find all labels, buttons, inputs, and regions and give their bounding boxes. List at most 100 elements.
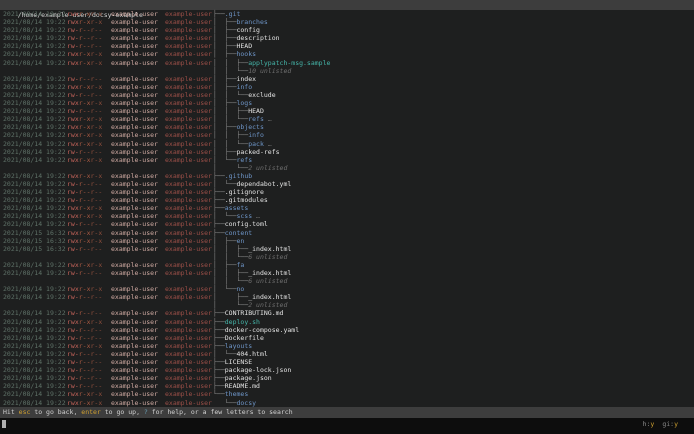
tree-row[interactable]: │ │ └──10 unlisted (0, 67, 694, 75)
perm-other-bits: r-- (90, 26, 103, 35)
perm-group-bits: r-- (78, 349, 91, 358)
entry-name: Dockerfile (224, 333, 264, 342)
tree-row[interactable]: 2021/08/14 19:22 rwxr-xr-x example-user exa… (0, 83, 694, 91)
tree-row[interactable]: │ │ └──6 unlisted (0, 277, 694, 285)
search-input-area[interactable]: h:y gi:y (0, 418, 694, 434)
tree-row[interactable]: 2021/08/14 19:22 rwxr-xr-x example-user exa… (0, 172, 694, 180)
tree-entry: │ │ ├──HEAD (213, 107, 264, 115)
tree-row[interactable]: 2021/08/14 19:22 rwxr-xr-x example-user exa… (0, 399, 694, 407)
tree-entry: │ │ └──10 unlisted (213, 67, 291, 75)
file-permissions: rwxr-xr-x (67, 318, 102, 326)
tree-row[interactable]: 2021/08/14 19:22 rwxr-xr-x example-user exa… (0, 390, 694, 398)
tree-branch-lines: ├── (213, 358, 225, 367)
entry-name: _index.html (248, 244, 292, 253)
file-date: 2021/08/14 19:22 (3, 26, 66, 35)
file-owner: example-user (111, 236, 158, 245)
tree-row[interactable]: 2021/08/14 19:22 rwxr-xr-x example-user exa… (0, 10, 694, 18)
tree-row[interactable]: 2021/08/14 19:22 rwxr-xr-x example-user exa… (0, 123, 694, 131)
file-group: example-user (165, 382, 212, 391)
file-permissions: rwxr-xr-x (67, 285, 102, 293)
current-path-bar: /home/example-user/docsy-example (0, 0, 694, 19)
tree-row[interactable]: │ └──2 unlisted (0, 301, 694, 309)
perm-other-bits: r-- (90, 349, 103, 358)
tree-row[interactable]: 2021/08/14 19:22 rwxr-xr-x example-user exa… (0, 59, 694, 67)
tree-row[interactable]: 2021/08/14 19:22 rw-r--r-- example-user exa… (0, 75, 694, 83)
tree-row[interactable]: 2021/08/14 19:22 rw-r--r-- example-user exa… (0, 366, 694, 374)
tree-row[interactable]: 2021/08/14 19:22 rwxr-xr-x example-user exa… (0, 115, 694, 123)
tree-row[interactable]: │ └──2 unlisted (0, 164, 694, 172)
tree-row[interactable]: 2021/08/14 19:22 rw-r--r-- example-user exa… (0, 196, 694, 204)
tree-row[interactable]: 2021/08/15 16:32 rwxr-xr-x example-user exa… (0, 229, 694, 237)
tree-row[interactable]: 2021/08/14 19:22 rw-r--r-- example-user exa… (0, 350, 694, 358)
file-owner: example-user (111, 374, 158, 383)
perm-group-bits: r-- (78, 325, 91, 334)
tree-row[interactable]: 2021/08/14 19:22 rwxr-xr-x example-user exa… (0, 204, 694, 212)
perm-user-bits: rwx (67, 82, 79, 91)
tree-row[interactable]: 2021/08/14 19:22 rwxr-xr-x example-user exa… (0, 212, 694, 220)
status-segment: esc (18, 408, 31, 416)
file-owner: example-user (111, 358, 158, 367)
entry-name: fa (236, 260, 245, 269)
perm-user-bits: rw- (67, 382, 79, 391)
tree-row[interactable]: 2021/08/14 19:22 rwxr-xr-x example-user exa… (0, 342, 694, 350)
tree-row[interactable]: 2021/08/14 19:22 rw-r--r-- example-user exa… (0, 269, 694, 277)
tree-row[interactable]: 2021/08/15 16:32 rw-r--r-- example-user exa… (0, 245, 694, 253)
tree-entry: │ ├──logs (213, 99, 252, 107)
entry-name: content (224, 228, 253, 237)
file-group: example-user (165, 34, 212, 43)
tree-row[interactable]: 2021/08/14 19:22 rwxr-xr-x example-user exa… (0, 140, 694, 148)
file-owner: example-user (111, 74, 158, 83)
tree-row[interactable]: 2021/08/14 19:22 rw-r--r-- example-user exa… (0, 148, 694, 156)
status-segment: Hit (3, 408, 19, 416)
file-permissions: rwxr-xr-x (67, 140, 102, 148)
tree-row[interactable]: 2021/08/14 19:22 rw-r--r-- example-user exa… (0, 334, 694, 342)
tree-row[interactable]: 2021/08/14 19:22 rw-r--r-- example-user exa… (0, 326, 694, 334)
tree-branch-lines: │ │ └── (213, 277, 249, 286)
tree-row[interactable]: 2021/08/14 19:22 rw-r--r-- example-user exa… (0, 293, 694, 301)
entry-name: .git (224, 10, 241, 18)
flag-value: y (650, 420, 655, 428)
tree-row[interactable]: 2021/08/14 19:22 rw-r--r-- example-user exa… (0, 107, 694, 115)
tree-row[interactable]: 2021/08/14 19:22 rwxr-xr-x example-user exa… (0, 18, 694, 26)
tree-row[interactable]: 2021/08/14 19:22 rwxr-xr-x example-user exa… (0, 131, 694, 139)
file-group: example-user (165, 26, 212, 35)
file-date: 2021/08/14 19:22 (3, 188, 66, 197)
tree-row[interactable]: 2021/08/14 19:22 rw-r--r-- example-user exa… (0, 358, 694, 366)
entry-name: layouts (224, 341, 253, 350)
tree-row[interactable]: 2021/08/14 19:22 rwxr-xr-x example-user exa… (0, 99, 694, 107)
file-permissions: rwxr-xr-x (67, 342, 102, 350)
perm-group-bits: r-x (78, 10, 91, 18)
perm-user-bits: rw- (67, 358, 79, 367)
tree-branch-lines: ├── (213, 325, 225, 334)
tree-row[interactable]: 2021/08/14 19:22 rw-r--r-- example-user exa… (0, 26, 694, 34)
tree-row[interactable]: 2021/08/14 19:22 rw-r--r-- example-user exa… (0, 188, 694, 196)
tree-row[interactable]: 2021/08/14 19:22 rw-r--r-- example-user exa… (0, 382, 694, 390)
perm-group-bits: r-x (78, 50, 91, 59)
perm-user-bits: rwx (67, 212, 79, 221)
file-permissions: rwxr-xr-x (67, 10, 102, 18)
tree-row[interactable]: 2021/08/14 19:22 rwxr-xr-x example-user exa… (0, 50, 694, 58)
tree-row[interactable]: 2021/08/14 19:22 rw-r--r-- example-user exa… (0, 34, 694, 42)
file-date: 2021/08/14 19:22 (3, 349, 66, 358)
file-permissions: rwxr-xr-x (67, 237, 102, 245)
tree-row[interactable]: 2021/08/14 19:22 rw-r--r-- example-user exa… (0, 309, 694, 317)
file-date: 2021/08/14 19:22 (3, 317, 66, 326)
perm-user-bits: rw- (67, 34, 79, 43)
tree-row[interactable]: 2021/08/14 19:22 rw-r--r-- example-user exa… (0, 180, 694, 188)
tree-row[interactable]: 2021/08/14 19:22 rwxr-xr-x example-user exa… (0, 318, 694, 326)
tree-row[interactable]: 2021/08/14 19:22 rw-r--r-- example-user exa… (0, 220, 694, 228)
tree-row[interactable]: 2021/08/15 16:32 rwxr-xr-x example-user exa… (0, 237, 694, 245)
file-date: 2021/08/14 19:22 (3, 285, 66, 294)
tree-entry: ├──.github (213, 172, 252, 180)
perm-user-bits: rwx (67, 317, 79, 326)
tree-row[interactable]: 2021/08/14 19:22 rw-r--r-- example-user exa… (0, 374, 694, 382)
tree-branch-lines: │ │ └── (213, 90, 249, 99)
tree-row[interactable]: 2021/08/14 19:22 rw-r--r-- example-user exa… (0, 42, 694, 50)
tree-row[interactable]: 2021/08/14 19:22 rwxr-xr-x example-user exa… (0, 261, 694, 269)
entry-name: no (236, 285, 245, 294)
tree-row[interactable]: 2021/08/14 19:22 rwxr-xr-x example-user exa… (0, 156, 694, 164)
perm-other-bits: r-- (90, 196, 103, 205)
tree-row[interactable]: 2021/08/14 19:22 rwxr-xr-x example-user exa… (0, 285, 694, 293)
tree-row[interactable]: │ │ └──6 unlisted (0, 253, 694, 261)
tree-row[interactable]: 2021/08/14 19:22 rw-r--r-- example-user exa… (0, 91, 694, 99)
